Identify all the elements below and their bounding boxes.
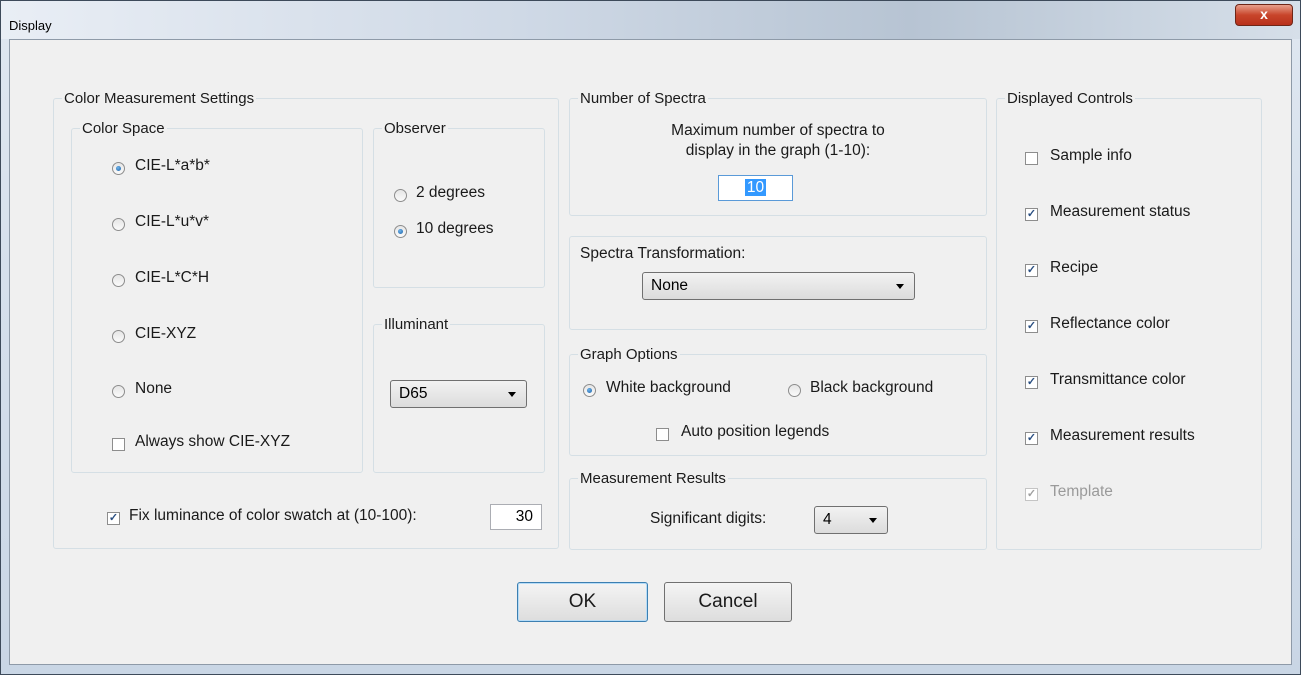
illuminant-dropdown[interactable]: D65 (390, 380, 527, 408)
radio-black-background[interactable] (788, 384, 801, 397)
spectra-description-line1: Maximum number of spectra to (671, 122, 885, 139)
label-cie-lch[interactable]: CIE-L*C*H (135, 269, 209, 287)
checkbox-measurement-status[interactable]: ✓ (1025, 208, 1038, 221)
radio-2-degrees[interactable] (394, 189, 407, 202)
illuminant-title: Illuminant (382, 316, 451, 333)
chevron-down-icon (508, 392, 516, 397)
radio-cie-lch[interactable] (112, 274, 125, 287)
label-cie-xyz[interactable]: CIE-XYZ (135, 325, 196, 343)
observer-title: Observer (382, 120, 448, 137)
spectra-description-line2: display in the graph (1-10): (685, 142, 871, 159)
chevron-down-icon (896, 284, 904, 289)
title-bar[interactable]: Display x (1, 1, 1300, 39)
fix-luminance-input[interactable]: 30 (490, 504, 542, 530)
chevron-down-icon (869, 518, 877, 523)
label-template: Template (1050, 483, 1113, 500)
color-measurement-group: Color Measurement Settings Color Space C… (53, 90, 559, 549)
number-of-spectra-title: Number of Spectra (578, 90, 708, 107)
graph-options-title: Graph Options (578, 346, 680, 363)
spectra-transformation-value: None (651, 277, 689, 294)
number-of-spectra-group: Number of Spectra Maximum number of spec… (569, 90, 987, 216)
label-auto-position-legends[interactable]: Auto position legends (681, 423, 829, 441)
checkbox-fix-luminance[interactable]: ✓ (107, 512, 120, 525)
radio-cie-luv[interactable] (112, 218, 125, 231)
label-significant-digits: Significant digits: (650, 510, 767, 527)
color-space-group: Color Space CIE-L*a*b* CIE-L*u*v* CIE-L*… (71, 120, 363, 473)
spectra-transformation-title: Spectra Transformation: (580, 245, 746, 262)
label-10-degrees[interactable]: 10 degrees (416, 220, 494, 238)
checkbox-template: ✓ (1025, 488, 1038, 501)
radio-white-background[interactable] (583, 384, 596, 397)
checkbox-transmittance-color[interactable]: ✓ (1025, 376, 1038, 389)
checkbox-reflectance-color[interactable]: ✓ (1025, 320, 1038, 333)
close-button[interactable]: x (1235, 4, 1293, 26)
displayed-controls-group: Displayed Controls Sample info ✓ Measure… (996, 90, 1262, 550)
radio-none[interactable] (112, 385, 125, 398)
illuminant-value: D65 (399, 385, 428, 402)
label-white-background[interactable]: White background (606, 379, 731, 397)
checkbox-sample-info[interactable] (1025, 152, 1038, 165)
radio-cie-lab[interactable] (112, 162, 125, 175)
label-none[interactable]: None (135, 380, 172, 398)
label-always-show-xyz[interactable]: Always show CIE-XYZ (135, 433, 290, 451)
label-measurement-status[interactable]: Measurement status (1050, 203, 1190, 221)
checkbox-recipe[interactable]: ✓ (1025, 264, 1038, 277)
observer-group: Observer 2 degrees 10 degrees (373, 120, 545, 288)
radio-cie-xyz[interactable] (112, 330, 125, 343)
window-title: Display (9, 18, 52, 33)
graph-options-group: Graph Options White background Black bac… (569, 346, 987, 456)
dialog-body: Color Measurement Settings Color Space C… (9, 39, 1292, 665)
label-cie-lab[interactable]: CIE-L*a*b* (135, 157, 210, 175)
illuminant-group: Illuminant D65 (373, 316, 545, 473)
label-cie-luv[interactable]: CIE-L*u*v* (135, 213, 209, 231)
label-measurement-results[interactable]: Measurement results (1050, 427, 1195, 445)
spectra-transformation-dropdown[interactable]: None (642, 272, 915, 300)
radio-10-degrees[interactable] (394, 225, 407, 238)
displayed-controls-title: Displayed Controls (1005, 90, 1135, 107)
max-spectra-value: 10 (744, 179, 767, 196)
ok-button[interactable]: OK (517, 582, 648, 622)
label-black-background[interactable]: Black background (810, 379, 933, 397)
cancel-button[interactable]: Cancel (664, 582, 792, 622)
spectra-transformation-group: Spectra Transformation: None (569, 236, 987, 330)
label-recipe[interactable]: Recipe (1050, 259, 1098, 277)
color-measurement-title: Color Measurement Settings (62, 90, 257, 107)
label-reflectance-color[interactable]: Reflectance color (1050, 315, 1170, 333)
max-spectra-input[interactable]: 10 (718, 175, 793, 201)
significant-digits-dropdown[interactable]: 4 (814, 506, 888, 534)
checkbox-auto-position-legends[interactable] (656, 428, 669, 441)
checkbox-measurement-results[interactable]: ✓ (1025, 432, 1038, 445)
label-transmittance-color[interactable]: Transmittance color (1050, 371, 1186, 389)
measurement-results-group: Measurement Results Significant digits: … (569, 470, 987, 550)
significant-digits-value: 4 (823, 511, 832, 528)
measurement-results-title: Measurement Results (578, 470, 728, 487)
label-2-degrees[interactable]: 2 degrees (416, 184, 485, 202)
color-space-title: Color Space (80, 120, 167, 137)
label-sample-info[interactable]: Sample info (1050, 147, 1132, 165)
label-fix-luminance[interactable]: Fix luminance of color swatch at (10-100… (129, 507, 417, 525)
dialog-window: Display x Color Measurement Settings Col… (0, 0, 1301, 675)
checkbox-always-show-xyz[interactable] (112, 438, 125, 451)
